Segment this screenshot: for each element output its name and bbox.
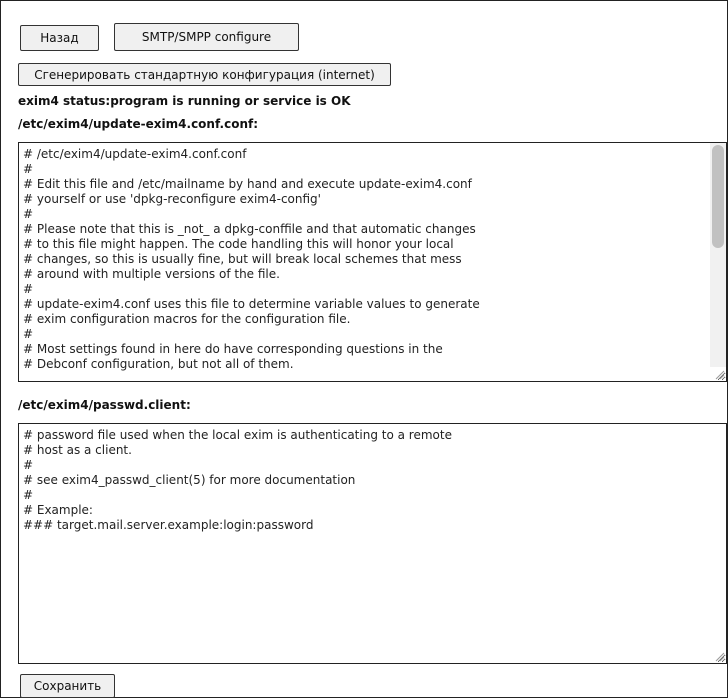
save-button[interactable]: Сохранить: [20, 674, 115, 698]
resize-grip-icon[interactable]: [713, 368, 725, 380]
smtp-smpp-configure-button[interactable]: SMTP/SMPP configure: [114, 23, 299, 51]
service-status-text: exim4 status:program is running or servi…: [18, 94, 351, 108]
resize-grip-icon[interactable]: [713, 650, 725, 662]
generate-config-button[interactable]: Сгенерировать стандартную конфигурация (…: [18, 63, 391, 86]
passwd-client-textarea[interactable]: # password file used when the local exim…: [18, 423, 727, 664]
scroll-thumb[interactable]: [712, 145, 724, 248]
config-panel: Назад SMTP/SMPP configure Сгенерировать …: [0, 0, 728, 698]
update-conf-path-label: /etc/exim4/update-exim4.conf.conf:: [18, 117, 259, 131]
passwd-client-path-label: /etc/exim4/passwd.client:: [18, 398, 191, 412]
update-conf-textarea[interactable]: # /etc/exim4/update-exim4.conf.conf # # …: [18, 142, 727, 382]
update-conf-scrollbar[interactable]: [710, 143, 726, 367]
back-button[interactable]: Назад: [20, 25, 99, 51]
